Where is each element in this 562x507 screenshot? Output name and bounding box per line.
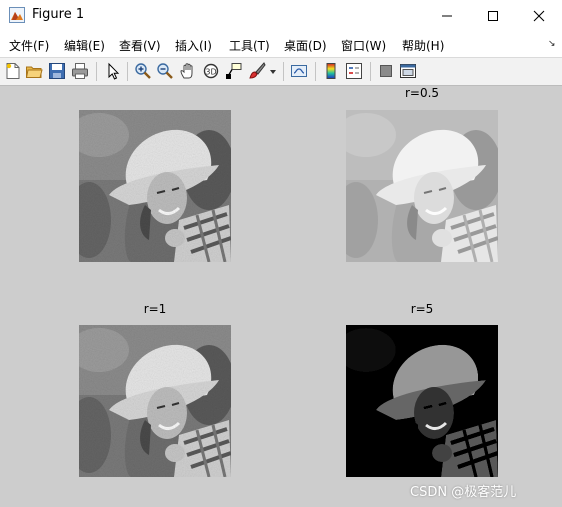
toolbar-separator [127, 62, 128, 81]
maximize-button[interactable] [470, 0, 516, 31]
figure-toolbar: 3D [0, 57, 562, 86]
portrait-image-original [79, 110, 231, 262]
subplot-3-title: r=1 [143, 302, 167, 316]
menu-file[interactable]: 文件(F) [9, 37, 49, 54]
window-title: Figure 1 [32, 7, 85, 22]
data-cursor-icon[interactable] [225, 62, 243, 80]
menu-desktop[interactable]: 桌面(D) [284, 37, 327, 54]
subplot-4-title: r=5 [410, 302, 434, 316]
portrait-image-gamma-1 [79, 325, 231, 477]
menu-window[interactable]: 窗口(W) [341, 37, 386, 54]
dock-figure-icon[interactable]: ↘ [548, 39, 556, 49]
menu-insert[interactable]: 插入(I) [175, 37, 212, 54]
zoom-out-icon[interactable] [156, 62, 174, 80]
subplot-2-image [346, 110, 498, 262]
save-icon[interactable] [48, 62, 66, 80]
matlab-figure-icon [9, 7, 25, 23]
close-button[interactable] [516, 0, 562, 31]
toolbar-separator [370, 62, 371, 81]
maximize-icon [488, 10, 498, 21]
new-figure-icon[interactable] [4, 62, 22, 80]
hide-plot-tools-icon[interactable] [377, 62, 395, 80]
toolbar-separator [96, 62, 97, 81]
open-file-icon[interactable] [25, 62, 43, 80]
pan-icon[interactable] [179, 62, 197, 80]
subplot-4-image [346, 325, 498, 477]
zoom-in-icon[interactable] [134, 62, 152, 80]
portrait-image-gamma-5 [346, 325, 498, 477]
print-icon[interactable] [71, 62, 89, 80]
link-plot-icon[interactable] [290, 62, 308, 80]
title-bar[interactable]: Figure 1 [0, 0, 562, 32]
pointer-icon[interactable] [104, 62, 122, 80]
legend-icon[interactable] [345, 62, 363, 80]
figure-window: Figure 1 文件(F) 编辑(E) 查看(V) 插入(I) 工具(T) 桌… [0, 0, 562, 507]
minimize-icon [442, 15, 452, 16]
rotate-3d-icon[interactable]: 3D [202, 62, 220, 80]
subplot-3-image [79, 325, 231, 477]
brush-icon[interactable] [248, 62, 266, 80]
toolbar-separator [283, 62, 284, 81]
menu-bar: 文件(F) 编辑(E) 查看(V) 插入(I) 工具(T) 桌面(D) 窗口(W… [0, 31, 562, 57]
watermark-text: CSDN @极客范儿 [410, 485, 517, 500]
show-plot-tools-icon[interactable] [399, 62, 417, 80]
subplot-2-title: r=0.5 [404, 86, 440, 100]
menu-help[interactable]: 帮助(H) [402, 37, 444, 54]
menu-edit[interactable]: 编辑(E) [64, 37, 105, 54]
menu-view[interactable]: 查看(V) [119, 37, 161, 54]
toolbar-separator [315, 62, 316, 81]
svg-text:3D: 3D [205, 68, 216, 77]
brush-dropdown-icon[interactable] [268, 62, 278, 80]
portrait-image-gamma-0-5 [346, 110, 498, 262]
minimize-button[interactable] [424, 0, 470, 31]
close-icon [533, 10, 545, 21]
subplot-1-image [79, 110, 231, 262]
colorbar-icon[interactable] [322, 62, 340, 80]
menu-tools[interactable]: 工具(T) [229, 37, 270, 54]
